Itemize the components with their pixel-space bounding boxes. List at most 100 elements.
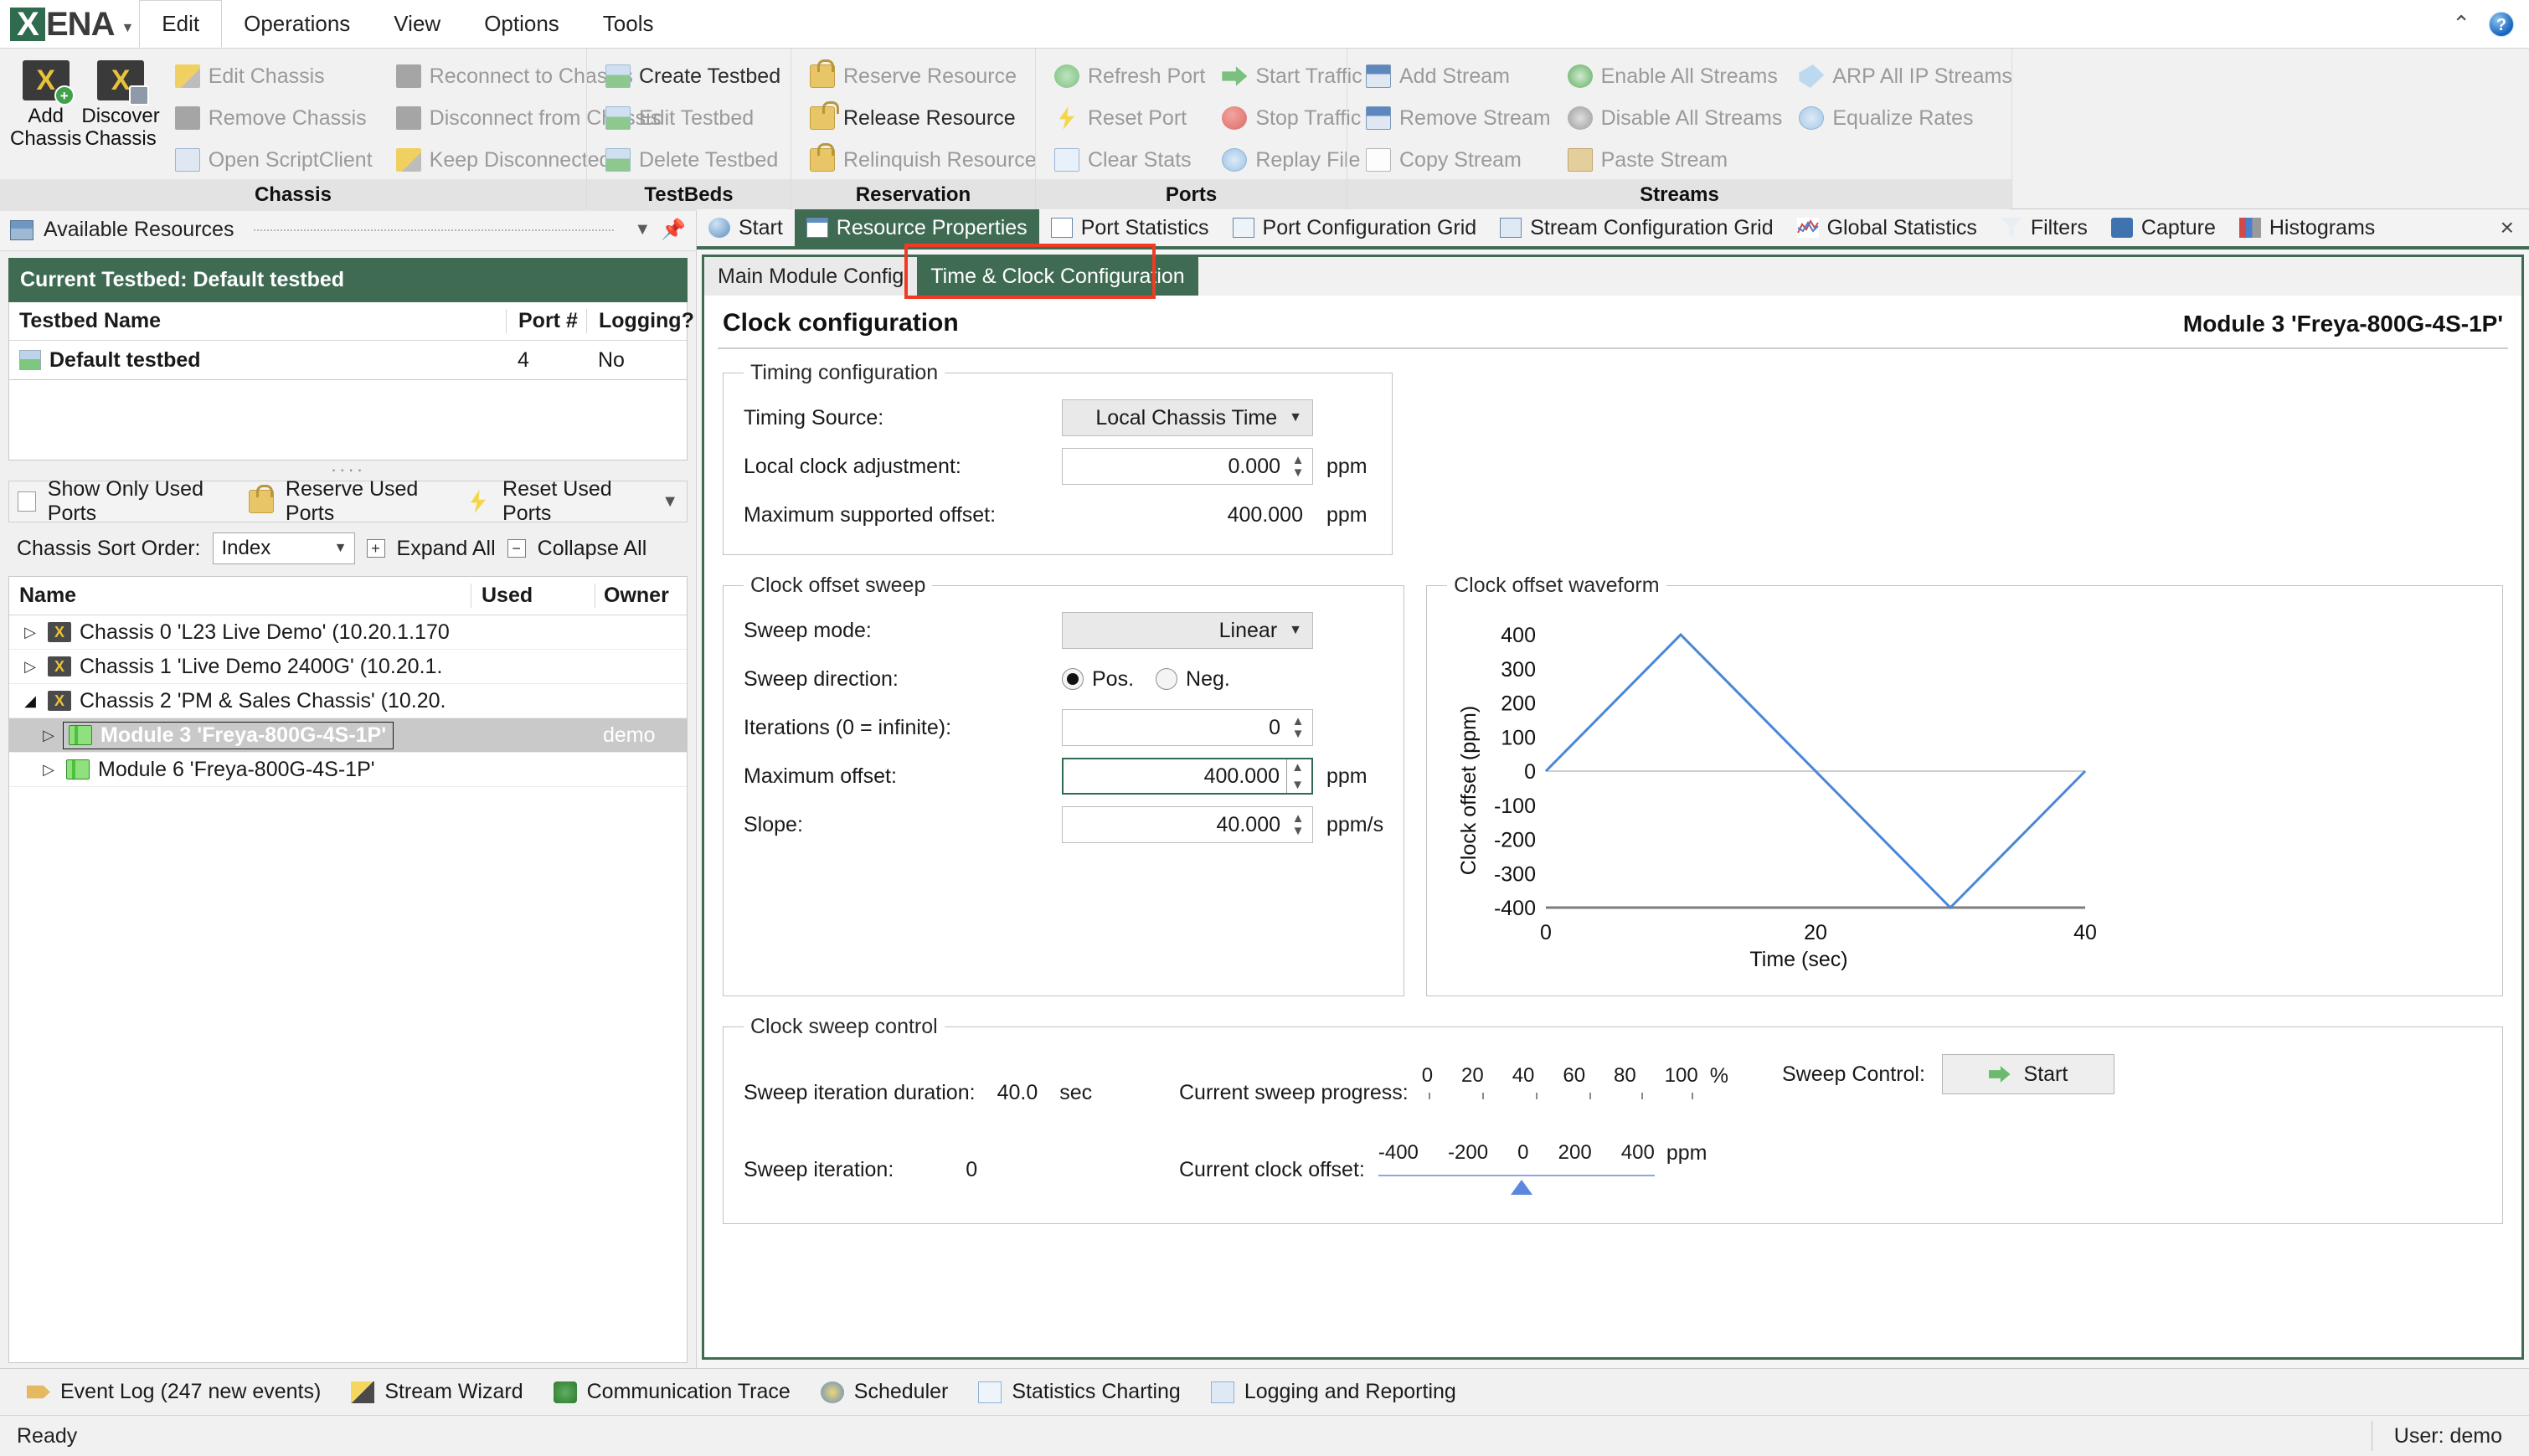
help-icon[interactable]: ? [2489,11,2514,37]
expander-icon[interactable]: ▷ [39,761,58,779]
timing-source-select[interactable]: Local Chassis Time ▼ [1062,399,1313,436]
maximum-offset-unit: ppm [1326,764,1368,788]
stream-wizard-button[interactable]: Stream Wizard [337,1374,536,1411]
edit-chassis-button[interactable]: Edit Chassis [167,57,381,95]
add-chassis-button[interactable]: X + Add Chassis [10,57,81,151]
sweep-direction-neg-radio[interactable] [1156,668,1178,690]
tab-stream-configuration-grid[interactable]: Stream Configuration Grid [1488,209,1785,246]
overflow-chevron-icon[interactable]: ▼ [662,492,678,512]
reset-port-button[interactable]: Reset Port [1046,99,1213,137]
release-resource-button[interactable]: Release Resource [801,99,1045,137]
port-options-bar: Show Only Used Ports Reserve Used Ports … [8,477,688,525]
expand-all-button[interactable]: Expand All [397,537,496,561]
iterations-input[interactable]: 0 ▲ ▼ [1062,709,1313,746]
communication-trace-button[interactable]: Communication Trace [540,1374,804,1411]
list-item-selected[interactable]: ▷ Module 3 'Freya-800G-4S-1P' demo [9,718,687,753]
spinner-arrows[interactable]: ▲ ▼ [1286,759,1308,793]
edit-testbed-button[interactable]: Edit Testbed [597,99,789,137]
close-icon[interactable]: × [2485,209,2529,246]
page-title: Clock configuration [723,309,959,337]
chevron-down-icon[interactable]: ▼ [121,21,134,36]
start-button[interactable]: Start [1941,1054,2114,1094]
sweep-mode-select[interactable]: Linear ▼ [1062,612,1313,649]
spinner-arrows[interactable]: ▲ ▼ [1287,454,1309,479]
tab-port-configuration-grid[interactable]: Port Configuration Grid [1221,209,1489,246]
sweep-direction-pos-radio[interactable] [1062,668,1084,690]
discover-chassis-button[interactable]: X Discover Chassis [81,57,160,151]
paste-icon [1567,148,1593,172]
chevron-down-icon[interactable]: ▼ [634,220,651,239]
tab-filters[interactable]: Filters [1989,209,2099,246]
dock-title-bar: Available Resources ▼ 📌 [0,209,696,251]
subtab-main-module-config[interactable]: Main Module Config [704,257,918,296]
menu-item-operations[interactable]: Operations [222,0,372,48]
event-log-button[interactable]: Event Log (247 new events) [13,1374,334,1411]
app-logo[interactable]: X ENA ▼ [0,0,139,48]
collapse-all-button[interactable]: Collapse All [538,537,647,561]
list-item[interactable]: ▷ X Chassis 0 'L23 Live Demo' (10.20.1.170 [9,615,687,650]
list-item[interactable]: ▷ Module 6 'Freya-800G-4S-1P' [9,753,687,787]
tab-start[interactable]: Start [697,209,795,246]
scheduler-button[interactable]: Scheduler [807,1374,962,1411]
clear-stats-button[interactable]: Clear Stats [1046,141,1213,179]
list-item[interactable]: ◢ X Chassis 2 'PM & Sales Chassis' (10.20. [9,684,687,718]
local-clock-adjustment-input[interactable]: 0.000 ▲ ▼ [1062,448,1313,485]
collapse-icon[interactable]: ◢ [21,692,39,710]
reserve-resource-label: Reserve Resource [843,64,1017,88]
play-arrow-icon [1988,1066,2011,1083]
arp-all-ip-streams-button[interactable]: ARP All IP Streams [1790,57,2020,95]
pin-icon[interactable]: 📌 [661,218,686,242]
relinquish-resource-button[interactable]: Relinquish Resource [801,141,1045,179]
slope-input[interactable]: 40.000 ▲ ▼ [1062,806,1313,843]
open-scriptclient-label: Open ScriptClient [208,147,373,172]
collapse-ribbon-icon[interactable]: ⌃ [2452,11,2470,37]
open-scriptclient-button[interactable]: Open ScriptClient [167,141,381,179]
subtab-time-clock-configuration[interactable]: Time & Clock Configuration [917,257,1198,296]
paste-stream-button[interactable]: Paste Stream [1559,141,1791,179]
svg-text:100: 100 [1501,726,1536,749]
refresh-port-button[interactable]: Refresh Port [1046,57,1213,95]
reserve-used-ports-button[interactable]: Reserve Used Ports [286,477,454,526]
add-stream-button[interactable]: Add Stream [1357,57,1559,95]
tab-port-statistics[interactable]: Port Statistics [1039,209,1221,246]
maximum-offset-input[interactable]: 400.000 ▲ ▼ [1062,758,1313,795]
table-row[interactable]: Default testbed 4 No [9,341,687,379]
menu-item-edit[interactable]: Edit [139,0,223,48]
chassis-sort-order-select[interactable]: Index ▼ [212,532,355,564]
expander-icon[interactable]: ▷ [21,624,39,641]
create-testbed-button[interactable]: Create Testbed [597,57,789,95]
enable-all-streams-button[interactable]: Enable All Streams [1559,57,1791,95]
expand-all-icon[interactable]: + [366,539,385,558]
list-item[interactable]: ▷ X Chassis 1 'Live Demo 2400G' (10.20.1. [9,650,687,684]
ribbon-group-label-streams: Streams [1347,179,2011,211]
properties-icon [806,218,828,238]
tab-capture[interactable]: Capture [2099,209,2228,246]
max-supported-offset-value: 400.000 [1227,502,1303,527]
expander-icon[interactable]: ▷ [21,658,39,676]
remove-chassis-icon [174,106,200,130]
menu-item-tools[interactable]: Tools [581,0,676,48]
disable-all-streams-button[interactable]: Disable All Streams [1559,99,1791,137]
stream-grid-icon [1500,218,1522,238]
reset-used-ports-button[interactable]: Reset Used Ports [502,477,650,526]
spinner-arrows[interactable]: ▲ ▼ [1287,715,1309,740]
remove-chassis-button[interactable]: Remove Chassis [167,99,381,137]
tab-global-statistics[interactable]: Global Statistics [1785,209,1989,246]
logging-reporting-button[interactable]: Logging and Reporting [1198,1374,1470,1411]
copy-stream-button[interactable]: Copy Stream [1357,141,1559,179]
menu-item-options[interactable]: Options [462,0,581,48]
remove-stream-button[interactable]: Remove Stream [1357,99,1559,137]
menu-item-view[interactable]: View [372,0,462,48]
expander-icon[interactable]: ▷ [39,727,58,744]
statistics-charting-button[interactable]: Statistics Charting [965,1374,1193,1411]
refresh-icon [1054,64,1079,88]
reserve-resource-button[interactable]: Reserve Resource [801,57,1045,95]
equalize-rates-button[interactable]: Equalize Rates [1790,99,2020,137]
tab-resource-properties[interactable]: Resource Properties [794,209,1039,246]
show-only-used-ports-checkbox[interactable] [18,491,36,512]
spinner-arrows[interactable]: ▲ ▼ [1287,812,1309,837]
delete-testbed-button[interactable]: Delete Testbed [597,141,789,179]
collapse-all-icon[interactable]: − [507,539,526,558]
ribbon-group-reservation: Reserve Resource Release Resource Relinq… [791,49,1037,211]
tab-histograms[interactable]: Histograms [2228,209,2387,246]
